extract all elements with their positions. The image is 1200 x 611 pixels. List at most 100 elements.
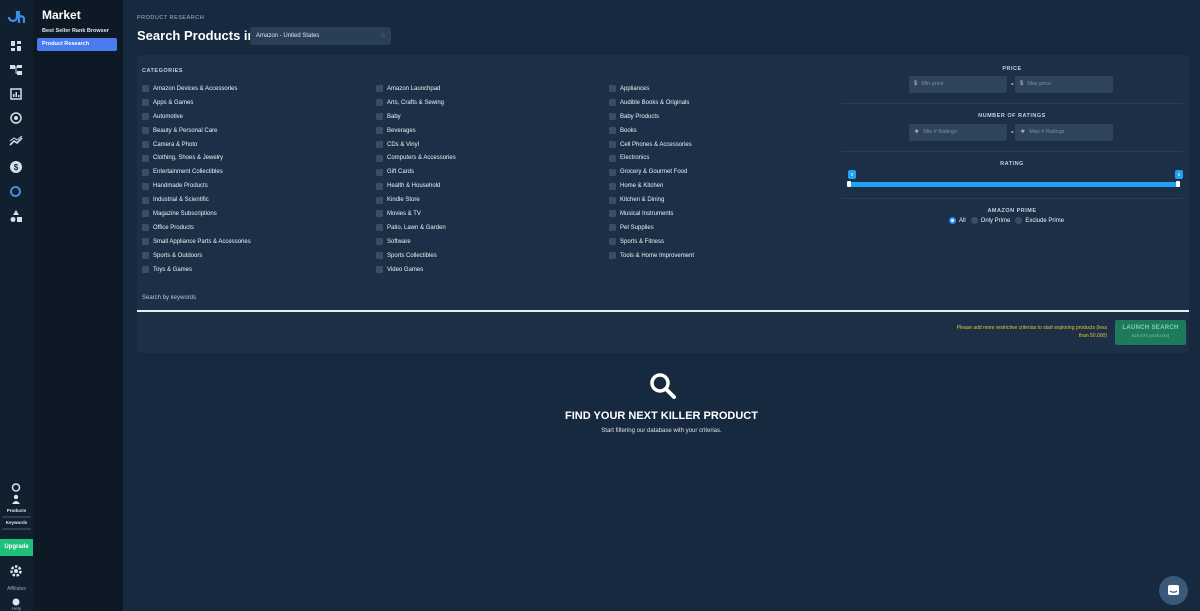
market-select[interactable]: Amazon - United States ◇ xyxy=(250,27,391,45)
hierarchy-icon[interactable] xyxy=(9,63,23,77)
app-logo-icon[interactable] xyxy=(7,9,25,25)
category-checkbox[interactable] xyxy=(142,224,149,232)
min-ratings-input[interactable]: ★ Min # Ratings xyxy=(909,124,1007,141)
category-item[interactable]: Tools & Home Improvement xyxy=(609,249,694,263)
sidebar-item-best-seller-rank-browser[interactable]: Best Seller Rank Browser xyxy=(42,28,109,34)
dollar-icon[interactable]: $ xyxy=(9,160,23,174)
category-item[interactable]: Cell Phones & Accessories xyxy=(609,138,694,152)
category-item[interactable]: Pet Supplies xyxy=(609,221,694,235)
prime-option-exclude-prime[interactable]: Exclude Prime xyxy=(1015,217,1064,224)
category-checkbox[interactable] xyxy=(376,252,383,260)
category-item[interactable]: Audible Books & Originals xyxy=(609,96,694,110)
category-item[interactable]: Small Appliance Parts & Accessories xyxy=(142,235,251,249)
category-item[interactable]: Automotive xyxy=(142,110,251,124)
keywords-label[interactable]: Keywords xyxy=(0,520,33,525)
category-checkbox[interactable] xyxy=(376,196,383,204)
category-checkbox[interactable] xyxy=(376,238,383,246)
category-checkbox[interactable] xyxy=(376,127,383,135)
radio-dot[interactable] xyxy=(1015,217,1023,224)
category-checkbox[interactable] xyxy=(376,99,383,107)
category-item[interactable]: Office Products xyxy=(142,221,251,235)
category-checkbox[interactable] xyxy=(142,113,149,121)
shapes-icon[interactable] xyxy=(9,209,23,223)
gear-icon[interactable] xyxy=(9,564,23,578)
category-checkbox[interactable] xyxy=(376,266,383,274)
launch-search-button[interactable]: LAUNCH SEARCH 620,676 product(s) xyxy=(1115,320,1186,345)
category-checkbox[interactable] xyxy=(609,224,616,232)
category-checkbox[interactable] xyxy=(376,141,383,148)
category-checkbox[interactable] xyxy=(142,85,149,93)
category-item[interactable]: Musical Instruments xyxy=(609,207,694,221)
category-checkbox[interactable] xyxy=(609,210,616,218)
category-item[interactable]: Beauty & Personal Care xyxy=(142,124,251,138)
category-checkbox[interactable] xyxy=(142,168,149,176)
category-item[interactable]: Baby xyxy=(376,110,456,124)
products-label[interactable]: Products xyxy=(0,508,33,513)
category-checkbox[interactable] xyxy=(609,252,616,260)
trend-icon[interactable] xyxy=(9,135,23,149)
category-checkbox[interactable] xyxy=(609,168,616,176)
category-checkbox[interactable] xyxy=(142,238,149,246)
affiliates-link[interactable]: Affiliates xyxy=(0,586,33,592)
category-item[interactable]: Entertainment Collectibles xyxy=(142,165,251,179)
category-item[interactable]: Magazine Subscriptions xyxy=(142,207,251,221)
category-checkbox[interactable] xyxy=(142,127,149,135)
category-item[interactable]: Books xyxy=(609,124,694,138)
category-checkbox[interactable] xyxy=(142,196,149,204)
dashboard-icon[interactable] xyxy=(9,39,23,53)
category-item[interactable]: Toys & Games xyxy=(142,263,251,277)
category-checkbox[interactable] xyxy=(609,113,616,121)
prime-option-only-prime[interactable]: Only Prime xyxy=(970,217,1010,224)
category-item[interactable]: Patio, Lawn & Garden xyxy=(376,221,456,235)
category-item[interactable]: Industrial & Scientific xyxy=(142,193,251,207)
category-checkbox[interactable] xyxy=(142,266,149,274)
category-item[interactable]: Amazon Devices & Accessories xyxy=(142,82,251,96)
category-item[interactable]: Arts, Crafts & Sewing xyxy=(376,96,456,110)
help-icon[interactable] xyxy=(12,598,20,606)
category-item[interactable]: Software xyxy=(376,235,456,249)
user-icon[interactable] xyxy=(11,494,21,504)
category-checkbox[interactable] xyxy=(142,182,149,190)
max-ratings-input[interactable]: ★ Max # Ratings xyxy=(1015,124,1113,141)
target-icon[interactable] xyxy=(9,111,23,125)
category-checkbox[interactable] xyxy=(609,141,616,148)
category-checkbox[interactable] xyxy=(609,154,616,162)
keyword-search-input[interactable]: Search by keywords xyxy=(142,295,196,301)
category-item[interactable]: Apps & Games xyxy=(142,96,251,110)
category-checkbox[interactable] xyxy=(376,182,383,190)
category-item[interactable]: Beverages xyxy=(376,124,456,138)
category-item[interactable]: Baby Products xyxy=(609,110,694,124)
radio-dot[interactable] xyxy=(949,217,956,224)
category-item[interactable]: Movies & TV xyxy=(376,207,456,221)
category-checkbox[interactable] xyxy=(376,113,383,121)
category-checkbox[interactable] xyxy=(142,99,149,107)
category-item[interactable]: Health & Household xyxy=(376,179,456,193)
category-item[interactable]: Clothing, Shoes & Jewelry xyxy=(142,151,251,165)
category-checkbox[interactable] xyxy=(609,196,616,204)
category-checkbox[interactable] xyxy=(609,238,616,246)
category-item[interactable]: Camera & Photo xyxy=(142,138,251,152)
category-checkbox[interactable] xyxy=(142,210,149,218)
category-checkbox[interactable] xyxy=(609,99,616,107)
category-checkbox[interactable] xyxy=(142,252,149,260)
category-item[interactable]: Video Games xyxy=(376,263,456,277)
category-checkbox[interactable] xyxy=(609,127,616,135)
rating-min-handle[interactable] xyxy=(847,181,851,187)
prime-option-all[interactable]: All xyxy=(949,217,966,224)
category-item[interactable]: Computers & Accessories xyxy=(376,151,456,165)
help-link[interactable]: Help xyxy=(0,606,33,611)
chat-widget-button[interactable] xyxy=(1159,576,1188,605)
category-item[interactable]: Gift Cards xyxy=(376,165,456,179)
category-item[interactable]: Kindle Store xyxy=(376,193,456,207)
category-checkbox[interactable] xyxy=(609,182,616,190)
category-item[interactable]: Grocery & Gourmet Food xyxy=(609,165,694,179)
sidebar-item-product-research[interactable]: Product Research xyxy=(37,38,117,51)
bell-icon[interactable] xyxy=(11,483,21,492)
category-item[interactable]: Sports Collectibles xyxy=(376,249,456,263)
category-item[interactable]: Sports & Outdoors xyxy=(142,249,251,263)
category-item[interactable]: CDs & Vinyl xyxy=(376,138,456,152)
category-checkbox[interactable] xyxy=(376,210,383,218)
category-checkbox[interactable] xyxy=(609,85,616,93)
category-checkbox[interactable] xyxy=(376,168,383,176)
category-checkbox[interactable] xyxy=(376,154,383,162)
